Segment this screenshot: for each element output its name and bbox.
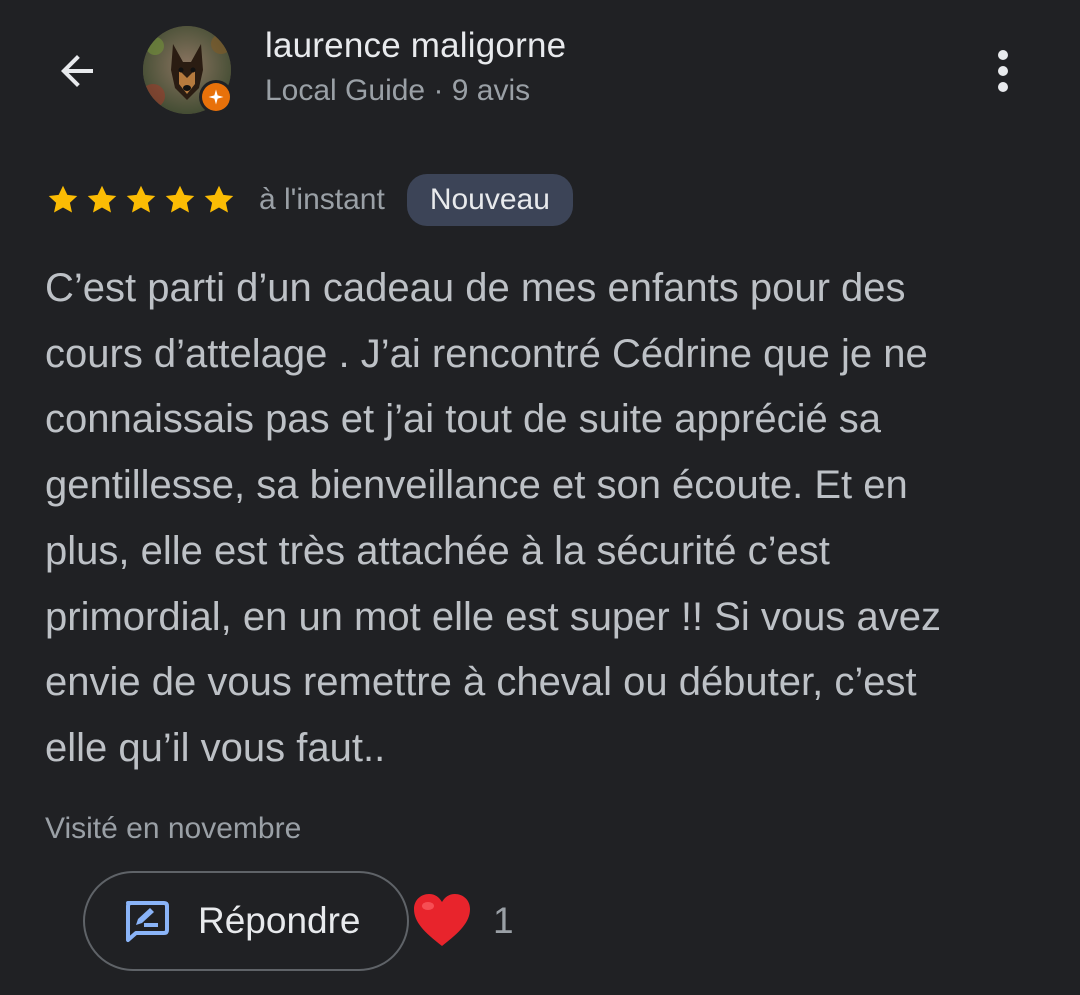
- like-count: 1: [493, 900, 514, 941]
- user-meta: Local Guide · 9 avis: [265, 74, 531, 107]
- visited-date: Visité en novembre: [45, 812, 302, 845]
- arrow-back-icon: [61, 55, 93, 87]
- back-button[interactable]: [46, 40, 108, 102]
- reply-label: Répondre: [198, 900, 361, 941]
- new-badge: Nouveau: [406, 174, 573, 226]
- star-icon: [87, 185, 117, 213]
- heart-icon[interactable]: [410, 890, 474, 950]
- user-avatar-container[interactable]: [143, 26, 233, 114]
- more-options-button[interactable]: [978, 42, 1028, 100]
- review-detail-page: laurence maligorne Local Guide · 9 avis …: [0, 0, 1080, 995]
- review-time: à l'instant: [259, 183, 385, 216]
- local-guide-badge: [199, 80, 233, 114]
- star-rating: [45, 182, 237, 218]
- review-text: C’est parti d’un cadeau de mes enfants p…: [45, 266, 941, 770]
- rate-review-icon: [126, 901, 169, 942]
- rating-row: à l'instant Nouveau: [45, 172, 573, 228]
- more-vert-icon: [998, 50, 1008, 60]
- star-icon: [204, 185, 234, 213]
- guide-star-icon: [208, 89, 224, 105]
- star-icon: [48, 185, 78, 213]
- star-icon: [165, 185, 195, 213]
- user-name[interactable]: laurence maligorne: [265, 26, 566, 66]
- reply-button[interactable]: Répondre: [83, 871, 409, 971]
- star-icon: [126, 185, 156, 213]
